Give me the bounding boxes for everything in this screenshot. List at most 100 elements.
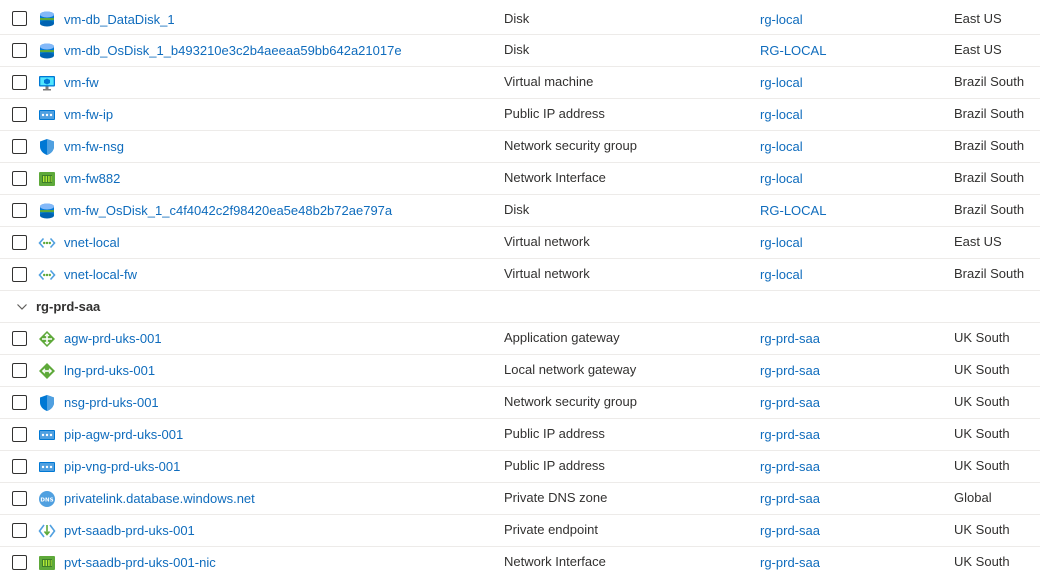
private-endpoint-icon xyxy=(38,522,56,540)
resource-type: Disk xyxy=(504,11,530,26)
resource-name-link[interactable]: vm-fw-nsg xyxy=(64,139,124,154)
row-checkbox[interactable] xyxy=(12,267,27,282)
shield-icon xyxy=(38,394,56,412)
resource-group-link[interactable]: RG-LOCAL xyxy=(760,43,826,58)
row-checkbox[interactable] xyxy=(12,491,27,506)
row-checkbox[interactable] xyxy=(12,171,27,186)
resource-group-link[interactable]: rg-prd-saa xyxy=(760,363,820,378)
resource-name-link[interactable]: vnet-local-fw xyxy=(64,267,137,282)
resource-type: Network Interface xyxy=(504,554,606,569)
table-row[interactable]: vm-fw Virtual machine rg-local Brazil South xyxy=(0,67,1040,99)
resource-name-link[interactable]: vm-db_DataDisk_1 xyxy=(64,12,175,27)
resource-name-link[interactable]: pip-agw-prd-uks-001 xyxy=(64,427,183,442)
row-checkbox[interactable] xyxy=(12,427,27,442)
table-row[interactable]: vm-db_OsDisk_1_b493210e3c2b4aeeaa59bb642… xyxy=(0,35,1040,67)
table-row[interactable]: vnet-local Virtual network rg-local East US xyxy=(0,227,1040,259)
disk-icon xyxy=(38,42,56,60)
resource-name-link[interactable]: vm-fw xyxy=(64,75,99,90)
resource-group-link[interactable]: rg-prd-saa xyxy=(760,555,820,570)
group-header-rg-prd-saa[interactable]: rg-prd-saa xyxy=(0,291,1040,323)
resource-name-link[interactable]: pvt-saadb-prd-uks-001 xyxy=(64,523,195,538)
table-row[interactable]: vm-db_DataDisk_1 Disk rg-local East US xyxy=(0,0,1040,35)
resource-group-link[interactable]: rg-prd-saa xyxy=(760,523,820,538)
resource-group-link[interactable]: rg-local xyxy=(760,12,803,27)
chevron-down-icon[interactable] xyxy=(16,301,28,313)
table-row[interactable]: pvt-saadb-prd-uks-001 Private endpoint rg-… xyxy=(0,515,1040,547)
shield-icon xyxy=(38,138,56,156)
row-checkbox[interactable] xyxy=(12,555,27,570)
resource-name-link[interactable]: vm-db_OsDisk_1_b493210e3c2b4aeeaa59bb642… xyxy=(64,43,402,58)
row-checkbox[interactable] xyxy=(12,363,27,378)
resource-type: Public IP address xyxy=(504,106,605,121)
table-row[interactable]: nsg-prd-uks-001 Network security group rg-… xyxy=(0,387,1040,419)
resource-group-link[interactable]: rg-local xyxy=(760,267,803,282)
public-ip-icon xyxy=(38,458,56,476)
resource-group-link[interactable]: rg-local xyxy=(760,107,803,122)
resource-name-link[interactable]: nsg-prd-uks-001 xyxy=(64,395,159,410)
table-row[interactable]: pvt-saadb-prd-uks-001-nic Network Interfa… xyxy=(0,547,1040,578)
table-row[interactable]: vm-fw882 Network Interface rg-local Brazil … xyxy=(0,163,1040,195)
table-row[interactable]: pip-agw-prd-uks-001 Public IP address rg-p… xyxy=(0,419,1040,451)
row-checkbox[interactable] xyxy=(12,75,27,90)
virtual-network-icon xyxy=(38,266,56,284)
resource-name-link[interactable]: vm-fw_OsDisk_1_c4f4042c2f98420ea5e48b2b7… xyxy=(64,203,392,218)
resource-name-link[interactable]: agw-prd-uks-001 xyxy=(64,331,162,346)
resource-group-link[interactable]: RG-LOCAL xyxy=(760,203,826,218)
resource-group-link[interactable]: rg-prd-saa xyxy=(760,427,820,442)
virtual-network-icon xyxy=(38,234,56,252)
row-checkbox[interactable] xyxy=(12,331,27,346)
resource-type: Network Interface xyxy=(504,170,606,185)
table-row[interactable]: vnet-local-fw Virtual network rg-local Braz… xyxy=(0,259,1040,291)
resource-location: Global xyxy=(954,490,992,505)
resource-group-link[interactable]: rg-prd-saa xyxy=(760,395,820,410)
resource-location: Brazil South xyxy=(954,138,1025,153)
table-row[interactable]: pip-vng-prd-uks-001 Public IP address rg-p… xyxy=(0,451,1040,483)
table-row[interactable]: vm-fw-nsg Network security group rg-local B… xyxy=(0,131,1040,163)
resource-type: Virtual network xyxy=(504,266,590,281)
resource-name-link[interactable]: vm-fw-ip xyxy=(64,107,113,122)
row-checkbox[interactable] xyxy=(12,235,27,250)
resource-name-link[interactable]: vm-fw882 xyxy=(64,171,120,186)
resource-location: UK South xyxy=(954,362,1010,377)
resource-type: Public IP address xyxy=(504,458,605,473)
resource-location: UK South xyxy=(954,394,1010,409)
resource-rows-ungrouped: vm-db_DataDisk_1 Disk rg-local East US vm-db… xyxy=(0,0,1040,291)
resource-location: UK South xyxy=(954,426,1010,441)
resource-group-link[interactable]: rg-local xyxy=(760,171,803,186)
row-checkbox[interactable] xyxy=(12,107,27,122)
resource-group-link[interactable]: rg-prd-saa xyxy=(760,459,820,474)
row-checkbox[interactable] xyxy=(12,11,27,26)
resource-name-link[interactable]: privatelink.database.windows.net xyxy=(64,491,255,506)
resource-type: Application gateway xyxy=(504,330,620,345)
resource-type: Local network gateway xyxy=(504,362,637,377)
table-row[interactable]: vm-fw-ip Public IP address rg-local Brazil … xyxy=(0,99,1040,131)
disk-icon xyxy=(38,10,56,28)
local-network-gateway-icon xyxy=(38,362,56,380)
row-checkbox[interactable] xyxy=(12,139,27,154)
table-row[interactable]: agw-prd-uks-001 Application gateway rg-prd… xyxy=(0,323,1040,355)
row-checkbox[interactable] xyxy=(12,395,27,410)
resource-location: Brazil South xyxy=(954,202,1025,217)
row-checkbox[interactable] xyxy=(12,43,27,58)
row-checkbox[interactable] xyxy=(12,203,27,218)
table-row[interactable]: DNS privatelink.database.windows.net Priva… xyxy=(0,483,1040,515)
resource-location: East US xyxy=(954,234,1002,249)
resource-name-link[interactable]: vnet-local xyxy=(64,235,120,250)
row-checkbox[interactable] xyxy=(12,459,27,474)
resource-location: UK South xyxy=(954,458,1010,473)
resource-location: East US xyxy=(954,42,1002,57)
resource-group-link[interactable]: rg-local xyxy=(760,75,803,90)
resource-name-link[interactable]: pvt-saadb-prd-uks-001-nic xyxy=(64,555,216,570)
resource-group-link[interactable]: rg-local xyxy=(760,139,803,154)
resource-name-link[interactable]: lng-prd-uks-001 xyxy=(64,363,155,378)
resource-location: Brazil South xyxy=(954,266,1025,281)
resource-name-link[interactable]: pip-vng-prd-uks-001 xyxy=(64,459,180,474)
resource-group-link[interactable]: rg-local xyxy=(760,235,803,250)
resource-group-link[interactable]: rg-prd-saa xyxy=(760,331,820,346)
row-checkbox[interactable] xyxy=(12,523,27,538)
table-row[interactable]: vm-fw_OsDisk_1_c4f4042c2f98420ea5e48b2b7… xyxy=(0,195,1040,227)
resource-type: Virtual machine xyxy=(504,74,594,89)
resource-location: Brazil South xyxy=(954,170,1025,185)
resource-group-link[interactable]: rg-prd-saa xyxy=(760,491,820,506)
table-row[interactable]: lng-prd-uks-001 Local network gateway rg-p… xyxy=(0,355,1040,387)
